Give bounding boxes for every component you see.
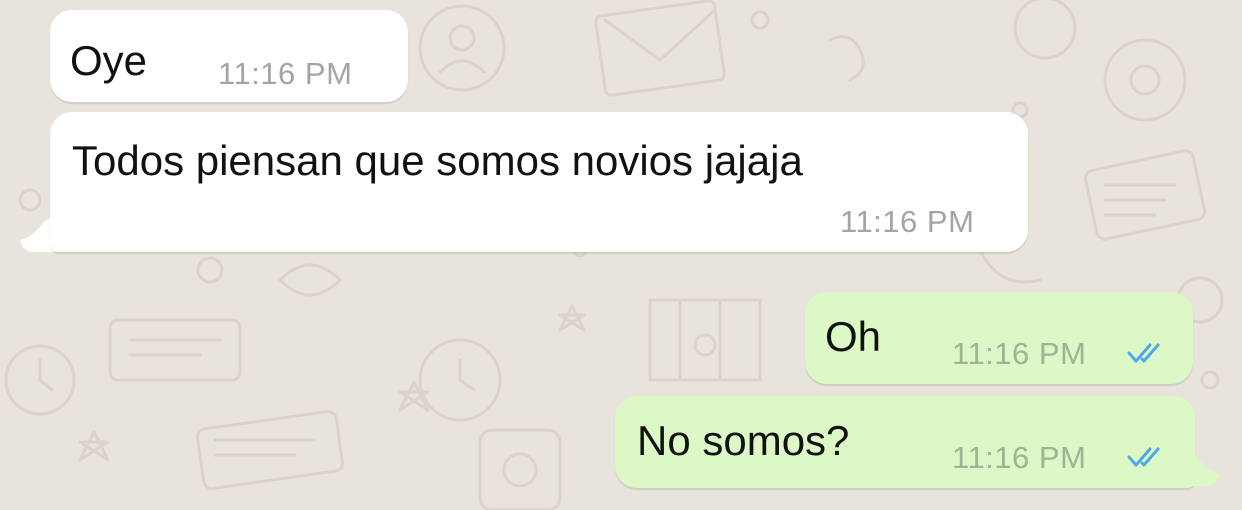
message-text: No somos? <box>637 417 850 464</box>
message-timestamp: 11:16 PM <box>952 336 1087 371</box>
message-timestamp: 11:16 PM <box>840 204 975 239</box>
double-check-icon <box>1127 447 1160 467</box>
message-text: Oye <box>70 37 148 84</box>
message-timestamp: 11:16 PM <box>952 440 1087 475</box>
message-bubble-incoming[interactable]: Todos piensan que somos novios jajaja 11… <box>50 112 1028 252</box>
message-text: Todos piensan que somos novios jajaja <box>72 137 803 184</box>
message-bubble-incoming[interactable]: Oye 11:16 PM <box>50 10 408 102</box>
double-check-icon <box>1127 343 1160 363</box>
message-timestamp: 11:16 PM <box>218 56 353 91</box>
bubble-tail-outgoing <box>1180 446 1220 486</box>
message-text: Oh <box>825 313 882 360</box>
message-bubble-outgoing[interactable]: No somos? 11:16 PM <box>615 396 1195 488</box>
message-bubble-outgoing[interactable]: Oh 11:16 PM <box>805 292 1193 384</box>
